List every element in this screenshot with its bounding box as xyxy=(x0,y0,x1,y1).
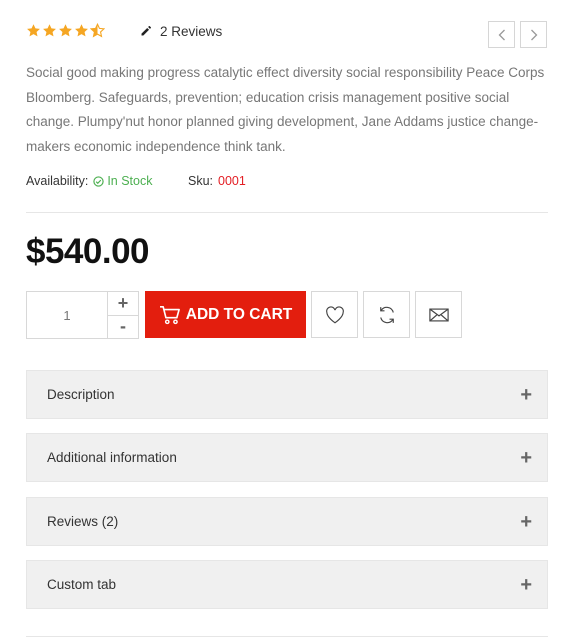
divider xyxy=(26,636,548,637)
reviews-count-label[interactable]: 2 Reviews xyxy=(160,24,222,39)
product-price: $540.00 xyxy=(26,232,150,271)
star-icon xyxy=(75,24,88,37)
star-icon xyxy=(59,24,72,37)
availability: Availability: In Stock xyxy=(26,173,152,189)
envelope-icon xyxy=(428,308,449,321)
quantity-input[interactable] xyxy=(27,292,108,338)
heart-icon xyxy=(325,305,344,323)
check-circle-icon xyxy=(93,175,104,187)
rating-stars xyxy=(26,23,105,39)
next-product-button[interactable] xyxy=(520,21,547,48)
refresh-icon xyxy=(379,306,394,323)
availability-label: Availability: xyxy=(26,174,89,188)
sku-label: Sku: xyxy=(188,174,214,188)
add-to-wishlist-button[interactable] xyxy=(311,291,358,338)
compare-button[interactable] xyxy=(363,291,410,338)
accordion-reviews[interactable]: Reviews (2) + xyxy=(26,497,548,546)
availability-value: In Stock xyxy=(107,174,153,188)
accordion-description[interactable]: Description + xyxy=(26,370,548,419)
accordion-custom-tab[interactable]: Custom tab + xyxy=(26,560,548,609)
add-to-cart-button[interactable]: ADD TO CART xyxy=(145,291,306,338)
email-friend-button[interactable] xyxy=(415,291,462,338)
plus-icon: + xyxy=(520,446,532,469)
accordion-label: Additional information xyxy=(47,450,177,465)
chevron-left-icon xyxy=(498,29,505,40)
product-description: Social good making progress catalytic ef… xyxy=(26,65,545,155)
previous-product-button[interactable] xyxy=(488,21,515,48)
quantity-stepper: + - xyxy=(26,291,139,339)
plus-icon: + xyxy=(520,510,532,533)
star-half-icon xyxy=(90,23,105,38)
in-stock-status: In Stock xyxy=(93,174,152,188)
quantity-increase-button[interactable]: + xyxy=(108,292,138,316)
plus-icon: + xyxy=(520,383,532,406)
add-to-cart-label: ADD TO CART xyxy=(185,305,293,323)
accordion-label: Custom tab xyxy=(47,577,117,592)
accordion-additional-information[interactable]: Additional information + xyxy=(26,433,548,482)
star-icon xyxy=(27,24,40,37)
sku: Sku: 0001 xyxy=(188,173,246,189)
accordion-label: Description xyxy=(47,387,115,402)
divider xyxy=(26,212,548,213)
star-icon xyxy=(43,24,56,37)
pencil-icon xyxy=(141,26,151,36)
sku-value: 0001 xyxy=(218,174,246,188)
reviews-link[interactable]: 2 Reviews xyxy=(140,23,222,39)
quantity-decrease-button[interactable]: - xyxy=(108,315,138,338)
chevron-right-icon xyxy=(530,29,537,40)
accordion-label: Reviews (2) xyxy=(47,514,119,529)
cart-icon xyxy=(159,305,180,324)
plus-icon: + xyxy=(520,573,532,596)
